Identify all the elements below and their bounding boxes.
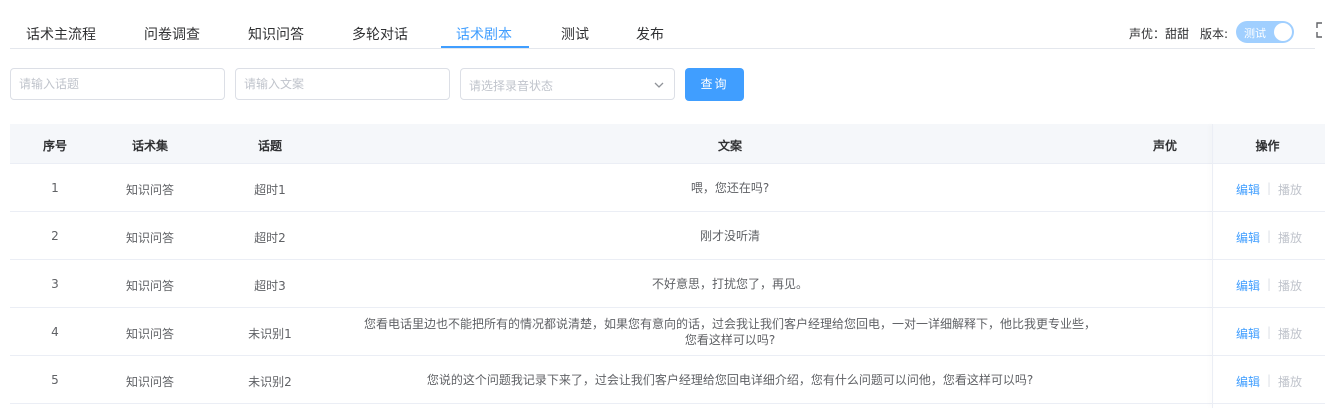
action-separator: | xyxy=(1267,181,1272,195)
tab-survey[interactable]: 问卷调查 xyxy=(144,24,200,44)
cell-topic: 未识别2 xyxy=(248,375,292,389)
topic-input[interactable] xyxy=(11,69,224,99)
header-actions: 操作 xyxy=(1255,139,1280,153)
edit-button[interactable]: 编辑 xyxy=(1236,373,1260,390)
cell-set: 知识问答 xyxy=(125,375,174,389)
fixed-column-divider xyxy=(1212,124,1213,408)
record-status-placeholder: 请选择录音状态 xyxy=(469,79,554,93)
tab-knowledge-qa[interactable]: 知识问答 xyxy=(248,24,304,44)
query-button[interactable]: 查询 xyxy=(685,68,744,101)
copy-text: 不好意思，打扰您了，再见。 xyxy=(651,277,808,291)
record-status-select[interactable]: 请选择录音状态 xyxy=(460,68,675,100)
cell-index: 1 xyxy=(51,181,59,195)
cell-index: 3 xyxy=(51,277,59,291)
active-tab-indicator xyxy=(441,46,529,48)
copy-input[interactable] xyxy=(236,69,449,99)
cell-topic: 未识别1 xyxy=(248,327,292,341)
copy-text-line-1: 您看电话里边也不能把所有的情况都说清楚，如果您有意向的话，过会我让我们客户经理给… xyxy=(363,317,1096,331)
header-set: 话术集 xyxy=(131,139,168,153)
header-topic: 话题 xyxy=(257,139,282,153)
cell-topic: 超时2 xyxy=(254,231,286,245)
toggle-knob xyxy=(1274,23,1292,41)
tab-script[interactable]: 话术剧本 xyxy=(456,24,512,44)
copy-text: 喂，您还在吗? xyxy=(690,181,770,195)
play-button[interactable]: 播放 xyxy=(1278,373,1302,390)
tab-publish[interactable]: 发布 xyxy=(636,24,664,44)
cell-copy: 不好意思，打扰您了，再见。 xyxy=(320,276,1140,292)
cell-set: 知识问答 xyxy=(125,327,174,341)
copy-text: 您说的这个问题我记录下来了，过会让我们客户经理给您回电详细介绍，您有什么问题可以… xyxy=(426,373,1034,387)
version-toggle[interactable]: 测试 xyxy=(1236,21,1294,43)
cell-copy: 您看电话里边也不能把所有的情况都说清楚，如果您有意向的话，过会我让我们客户经理给… xyxy=(320,316,1140,348)
header-copy: 文案 xyxy=(717,139,742,153)
table-row: 5 知识问答 未识别2 您说的这个问题我记录下来了，过会让我们客户经理给您回电详… xyxy=(10,356,1325,404)
play-button[interactable]: 播放 xyxy=(1278,229,1302,246)
table-row: 4 知识问答 未识别1 您看电话里边也不能把所有的情况都说清楚，如果您有意向的话… xyxy=(10,308,1325,356)
tab-multi-turn[interactable]: 多轮对话 xyxy=(352,24,408,44)
play-button[interactable]: 播放 xyxy=(1278,325,1302,342)
edit-button[interactable]: 编辑 xyxy=(1236,181,1260,198)
action-separator: | xyxy=(1267,277,1272,291)
cell-copy: 您说的这个问题我记录下来了，过会让我们客户经理给您回电详细介绍，您有什么问题可以… xyxy=(320,372,1140,388)
cell-set: 知识问答 xyxy=(125,279,174,293)
cell-set: 知识问答 xyxy=(125,183,174,197)
cell-topic: 超时3 xyxy=(254,279,286,293)
script-table: 序号 话术集 话题 文案 声优 操作 1 知识问答 超时1 喂，您还在吗? 编辑… xyxy=(10,124,1325,408)
table-header: 序号 话术集 话题 文案 声优 操作 xyxy=(10,124,1325,164)
copy-text-line-2: 您看这样可以吗? xyxy=(684,333,776,347)
table-row: 1 知识问答 超时1 喂，您还在吗? 编辑 | 播放 xyxy=(10,164,1325,212)
version-toggle-text: 测试 xyxy=(1244,27,1266,40)
copy-input-wrapper xyxy=(235,68,450,100)
play-button[interactable]: 播放 xyxy=(1278,277,1302,294)
chevron-down-icon xyxy=(654,79,664,89)
topic-input-wrapper xyxy=(10,68,225,100)
action-separator: | xyxy=(1267,325,1272,339)
cell-topic: 超时1 xyxy=(254,183,286,197)
tab-test[interactable]: 测试 xyxy=(561,24,589,44)
edit-button[interactable]: 编辑 xyxy=(1236,229,1260,246)
edit-button[interactable]: 编辑 xyxy=(1236,325,1260,342)
tabs-bar: 话术主流程 问卷调查 知识问答 多轮对话 话术剧本 测试 发布 声优：甜甜 版本… xyxy=(0,0,1325,50)
version-label: 版本: xyxy=(1200,27,1229,41)
cell-copy: 喂，您还在吗? xyxy=(320,180,1140,196)
fullscreen-icon[interactable] xyxy=(1316,22,1325,38)
table-row: 2 知识问答 超时2 刚才没听清 编辑 | 播放 xyxy=(10,212,1325,260)
edit-button[interactable]: 编辑 xyxy=(1236,277,1260,294)
action-separator: | xyxy=(1267,373,1272,387)
cell-index: 5 xyxy=(51,373,59,387)
table-row: 3 知识问答 超时3 不好意思，打扰您了，再见。 编辑 | 播放 xyxy=(10,260,1325,308)
tab-main-flow[interactable]: 话术主流程 xyxy=(26,24,96,44)
cell-copy: 刚才没听清 xyxy=(320,228,1140,244)
copy-text: 刚才没听清 xyxy=(699,229,760,243)
header-index: 序号 xyxy=(42,139,67,153)
action-separator: | xyxy=(1267,229,1272,243)
cell-index: 2 xyxy=(51,229,59,243)
tabs-divider xyxy=(10,48,1315,49)
play-button[interactable]: 播放 xyxy=(1278,181,1302,198)
header-voice: 声优 xyxy=(1152,139,1177,153)
cell-set: 知识问答 xyxy=(125,231,174,245)
cell-index: 4 xyxy=(51,325,59,339)
voice-actor-label: 声优：甜甜 xyxy=(1129,27,1190,41)
